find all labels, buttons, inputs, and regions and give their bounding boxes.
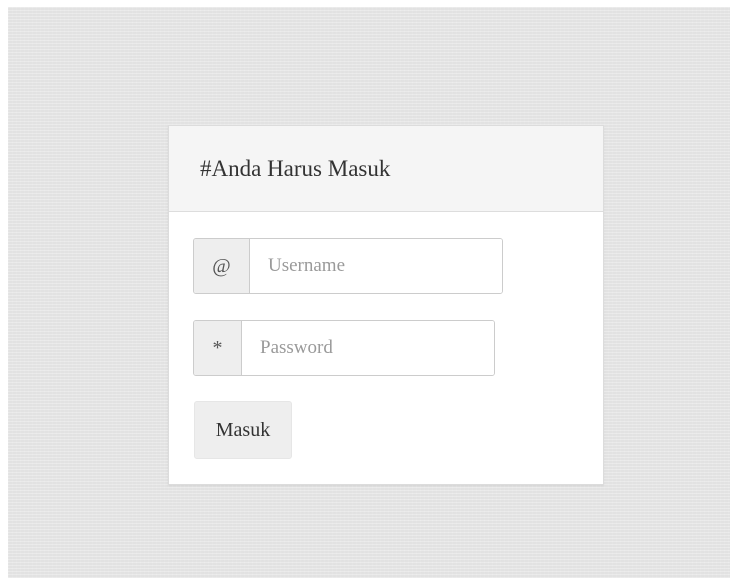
at-sign-icon: @ — [194, 239, 250, 293]
username-input-group: @ — [193, 238, 503, 294]
login-title: #Anda Harus Masuk — [200, 155, 391, 181]
password-input-group: * — [193, 320, 495, 376]
page-background: #Anda Harus Masuk @ * Masuk — [8, 7, 730, 578]
login-panel: #Anda Harus Masuk @ * Masuk — [168, 125, 604, 485]
asterisk-icon: * — [194, 321, 242, 375]
login-panel-header: #Anda Harus Masuk — [169, 126, 603, 212]
username-input[interactable] — [250, 239, 502, 293]
login-button[interactable]: Masuk — [194, 401, 292, 459]
password-input[interactable] — [242, 321, 494, 375]
